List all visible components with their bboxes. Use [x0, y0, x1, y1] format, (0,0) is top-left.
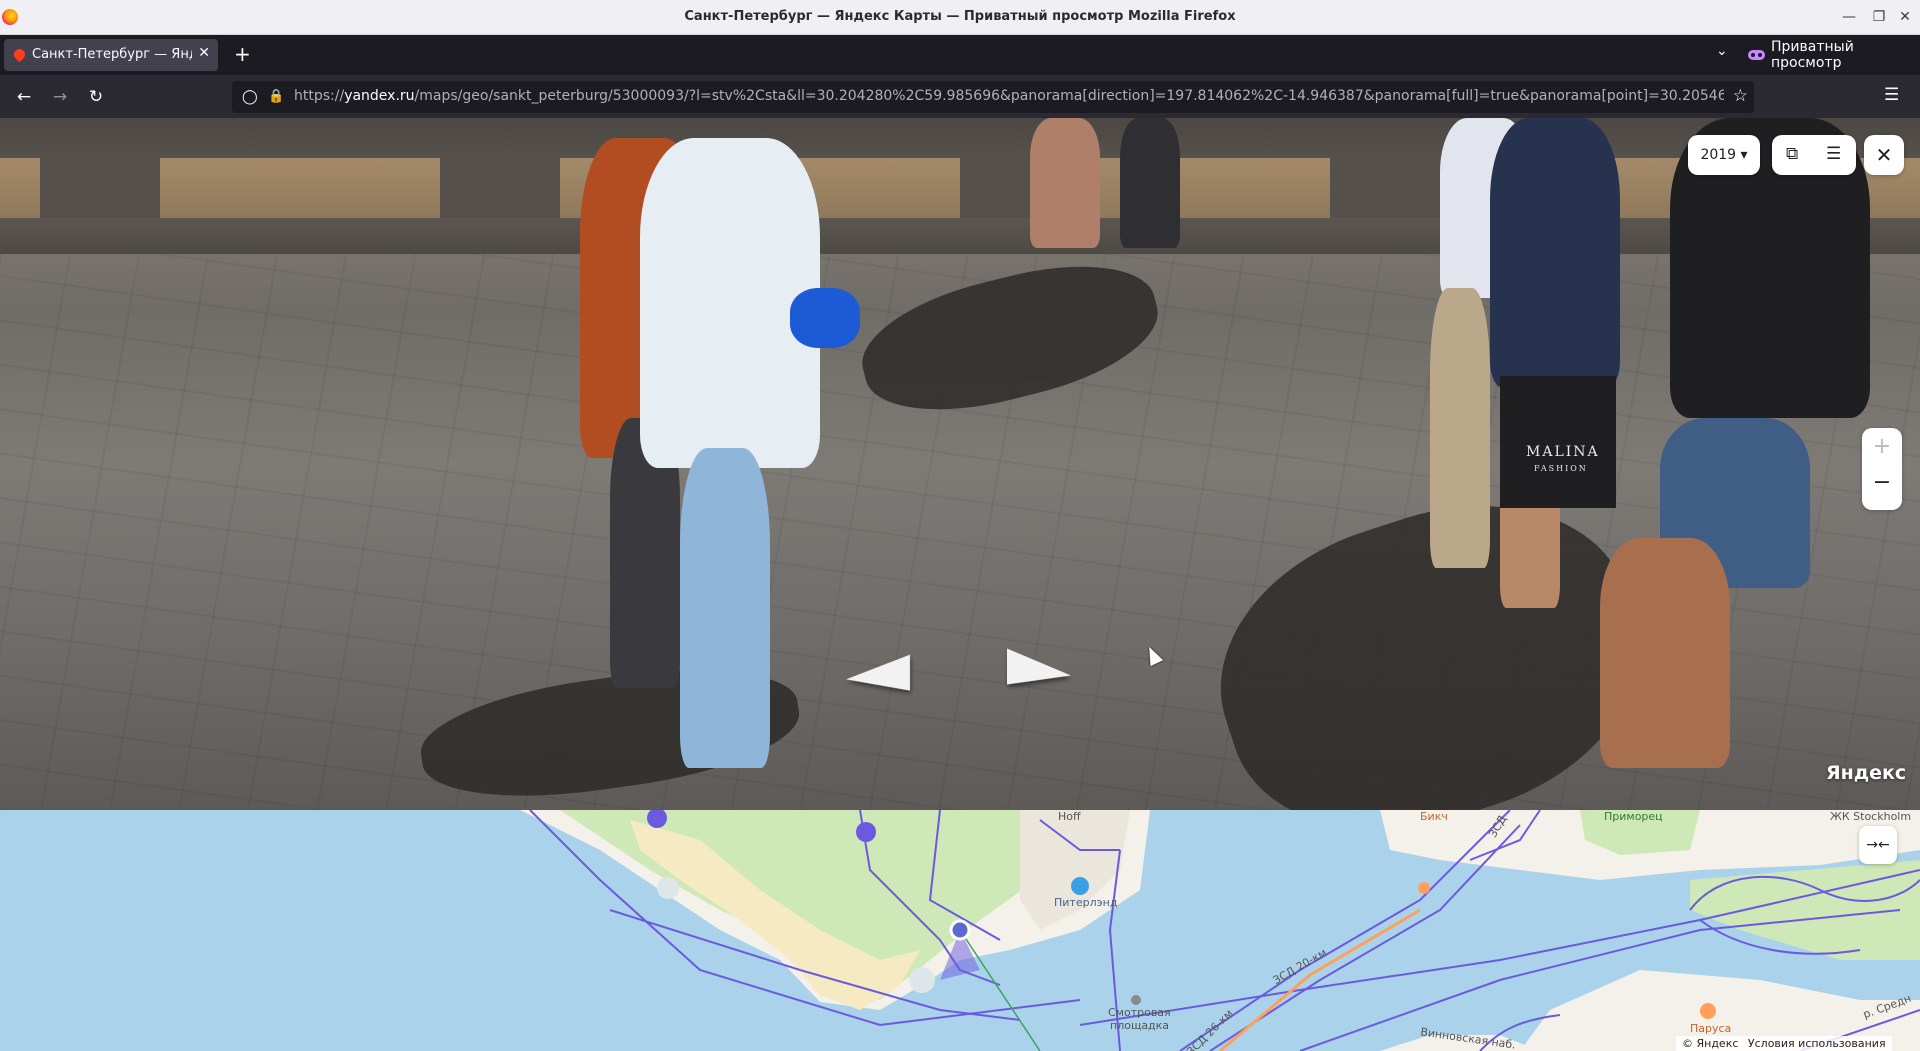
tab-label: Санкт-Петербург — Яндекс [32, 47, 192, 62]
private-browsing-label: Приватный просмотр [1771, 39, 1854, 71]
map-label-smotrovaya-1: Смотровая [1108, 1006, 1171, 1019]
map-copyright: © Яндекс Условия использования [1676, 1036, 1892, 1051]
url-bar[interactable]: ◯ 🔒 https://yandex.ru/maps/geo/sankt_pet… [232, 81, 1754, 113]
collapse-map-button[interactable]: →← [1859, 826, 1897, 864]
zoom-in-button[interactable]: + [1862, 434, 1902, 459]
map-label-zhk-stockholm: ЖК Stockholm [1830, 810, 1912, 823]
lock-icon[interactable]: 🔒 [268, 89, 284, 104]
balustrade-rail [0, 218, 1920, 254]
terms-link[interactable]: Условия использования [1748, 1037, 1886, 1050]
new-tab-button[interactable]: + [234, 42, 251, 66]
tracking-protection-shield-icon[interactable]: ◯ [242, 89, 258, 105]
minimize-window-button[interactable]: — [1838, 6, 1860, 28]
panorama-actions-group: ⧉ ☰ [1772, 135, 1856, 175]
yandex-logo: Яндекс [1826, 762, 1907, 784]
map-label-piterland[interactable]: Питерлэнд [1054, 896, 1117, 909]
map-label-bikch: Бикч [1420, 810, 1448, 823]
background-person-legs [1030, 118, 1100, 248]
panorama-year-dropdown[interactable]: 2019 ▾ [1688, 135, 1760, 175]
map-label-parusa[interactable]: Паруса [1690, 1022, 1731, 1035]
close-panorama-button[interactable]: ✕ [1864, 135, 1904, 175]
url-text[interactable]: https://yandex.ru/maps/geo/sankt_peterbu… [294, 88, 1724, 104]
bag-sub-text: FASHION [1534, 464, 1588, 473]
shopping-bag [1500, 376, 1616, 508]
panorama-zoom-controls: + − [1862, 428, 1902, 510]
app-menu-button[interactable]: ☰ [1884, 85, 1899, 105]
person-khaki-pants [1430, 288, 1490, 568]
reload-button[interactable]: ↻ [84, 85, 108, 109]
private-mask-icon [1748, 50, 1765, 60]
person-legs [1600, 538, 1730, 768]
back-button[interactable]: ← [12, 85, 36, 109]
move-back-arrow[interactable] [846, 654, 910, 698]
person-light-jeans [680, 448, 770, 768]
close-tab-icon[interactable]: ✕ [198, 45, 210, 61]
forward-button[interactable]: → [48, 85, 72, 109]
close-window-button[interactable]: ✕ [1894, 6, 1916, 28]
window-title: Санкт-Петербург — Яндекс Карты — Приватн… [684, 9, 1236, 24]
copyright-text: © Яндекс [1682, 1037, 1739, 1050]
background-person-legs [1120, 118, 1180, 248]
panorama-menu-icon[interactable]: ☰ [1826, 144, 1841, 164]
mini-map[interactable]: Hoff Питерлэнд Смотровая площадка Примор… [0, 810, 1920, 1051]
map-label-hoff: Hoff [1058, 810, 1081, 823]
map-label-smotrovaya-2: площадка [1110, 1019, 1170, 1032]
person-floral-dress [1490, 118, 1620, 388]
maximize-window-button[interactable]: ❐ [1868, 6, 1890, 28]
zoom-out-button[interactable]: − [1862, 470, 1902, 495]
tab-yandex-maps[interactable]: Санкт-Петербург — Яндекс ✕ [4, 39, 218, 71]
bag-brand-text: MALINA [1526, 444, 1600, 460]
street-panorama-view[interactable]: MALINA FASHION 2019 ▾ ⧉ ☰ ✕ + − Яндекс [0, 118, 1920, 810]
tab-bar: Санкт-Петербург — Яндекс ✕ + ⌄ Приватный… [0, 35, 1920, 75]
map-canvas [520, 810, 1920, 1051]
yandex-maps-favicon-icon [11, 46, 28, 63]
navigation-toolbar: ← → ↻ ◯ 🔒 https://yandex.ru/maps/geo/san… [0, 75, 1920, 118]
list-all-tabs-button[interactable]: ⌄ [1716, 43, 1728, 59]
open-external-icon[interactable]: ⧉ [1786, 144, 1798, 164]
bookmark-star-icon[interactable]: ☆ [1733, 86, 1748, 106]
private-browsing-indicator: Приватный просмотр [1748, 35, 1920, 75]
window-titlebar: Санкт-Петербург — Яндекс Карты — Приватн… [0, 0, 1920, 35]
year-value: 2019 [1700, 147, 1737, 163]
blue-sneakers [790, 288, 860, 348]
map-label-primorets: Приморец [1604, 810, 1663, 823]
